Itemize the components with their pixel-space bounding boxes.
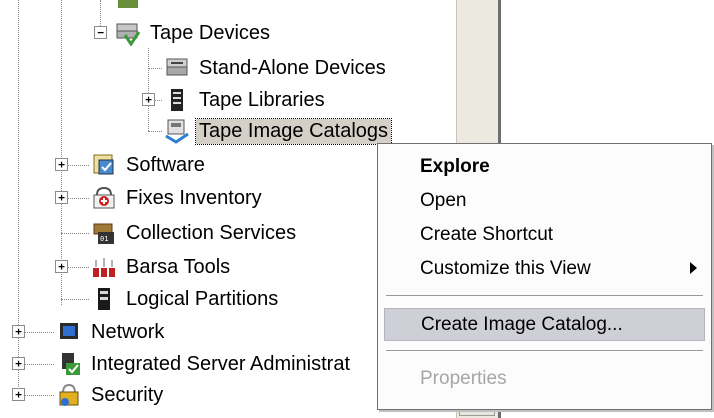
svg-text:01: 01	[100, 235, 108, 243]
menu-item-label: Customize this View	[420, 257, 591, 279]
expander-network[interactable]: +	[12, 325, 25, 338]
logical-partitions-icon	[98, 288, 110, 310]
menu-separator	[386, 350, 703, 352]
context-menu: Explore Open Create Shortcut Customize t…	[377, 143, 712, 410]
tree-item-label: Software	[126, 153, 205, 176]
tree-line	[61, 299, 89, 300]
tree-item-tape-devices[interactable]: Tape Devices	[115, 18, 273, 48]
tree-item-collection-services[interactable]: 01 Collection Services	[91, 218, 299, 248]
menu-item-create-shortcut[interactable]: Create Shortcut	[384, 218, 705, 251]
tree-item-label: Collection Services	[126, 221, 297, 244]
tree-item-fixes-inventory[interactable]: Fixes Inventory	[91, 183, 265, 213]
menu-item-label: Properties	[420, 367, 507, 389]
tree-item-barsa-tools[interactable]: Barsa Tools	[91, 252, 233, 282]
security-icon	[59, 383, 79, 406]
tree-line	[148, 131, 162, 132]
tree-line	[148, 68, 162, 69]
tree-item-stand-alone-devices[interactable]: Stand-Alone Devices	[164, 53, 389, 83]
menu-item-open[interactable]: Open	[384, 184, 705, 217]
tree-item-logical-partitions[interactable]: Logical Partitions	[91, 284, 281, 314]
integrated-server-icon	[62, 353, 80, 375]
menu-item-properties: Properties	[384, 362, 705, 395]
menu-separator	[386, 295, 703, 297]
image-catalog-icon	[165, 119, 189, 144]
tape-drive-icon	[166, 58, 188, 76]
expander-software[interactable]: +	[55, 158, 68, 171]
fixes-inventory-icon	[93, 186, 115, 209]
tree-item-tape-libraries[interactable]: Tape Libraries	[164, 85, 328, 115]
tree-item-label: Fixes Inventory	[126, 186, 262, 209]
tree-item-label: Stand-Alone Devices	[199, 56, 386, 79]
tape-library-icon	[171, 89, 183, 111]
tree-item-label: Tape Image Catalogs	[194, 117, 393, 145]
expander-integrated-server[interactable]: +	[12, 357, 25, 370]
menu-item-explore[interactable]: Explore	[384, 150, 705, 183]
menu-item-label: Open	[420, 189, 467, 211]
network-icon	[60, 323, 78, 339]
menu-item-label: Explore	[420, 155, 490, 177]
menu-item-label: Create Image Catalog...	[421, 313, 623, 335]
tree-line	[148, 48, 149, 131]
tree-item-security[interactable]: Security	[56, 380, 166, 410]
tree-item-partial	[115, 0, 147, 16]
tape-devices-icon	[116, 23, 141, 46]
folder-icon	[118, 0, 138, 8]
tree-item-label: Integrated Server Administrat	[91, 352, 351, 375]
tree-item-label: Tape Libraries	[199, 88, 325, 111]
expander-security[interactable]: +	[12, 388, 25, 401]
expander-barsa-tools[interactable]: +	[55, 260, 68, 273]
submenu-arrow-icon	[690, 262, 697, 274]
tree-item-label: Network	[91, 320, 165, 343]
collection-services-icon: 01	[93, 223, 114, 244]
tree-item-integrated-server-administration[interactable]: Integrated Server Administrat	[56, 349, 353, 379]
tree-item-software[interactable]: Software	[91, 150, 208, 180]
expander-tape-libraries[interactable]: +	[142, 93, 155, 106]
menu-item-create-image-catalog[interactable]: Create Image Catalog...	[384, 308, 705, 341]
tree-item-label: Security	[91, 383, 164, 406]
tree-item-label: Barsa Tools	[126, 255, 231, 278]
tree-item-label: Tape Devices	[150, 21, 271, 44]
menu-item-customize-this-view[interactable]: Customize this View	[384, 252, 705, 285]
tree-item-label: Logical Partitions	[126, 287, 279, 310]
barsa-tools-icon	[93, 258, 115, 277]
expander-fixes-inventory[interactable]: +	[55, 191, 68, 204]
tree-item-network[interactable]: Network	[56, 317, 167, 347]
tree-line	[61, 233, 89, 234]
tree-item-tape-image-catalogs[interactable]: Tape Image Catalogs	[164, 116, 393, 146]
software-icon	[93, 154, 114, 175]
menu-item-label: Create Shortcut	[420, 223, 554, 245]
expander-tape-devices[interactable]: −	[94, 26, 107, 39]
